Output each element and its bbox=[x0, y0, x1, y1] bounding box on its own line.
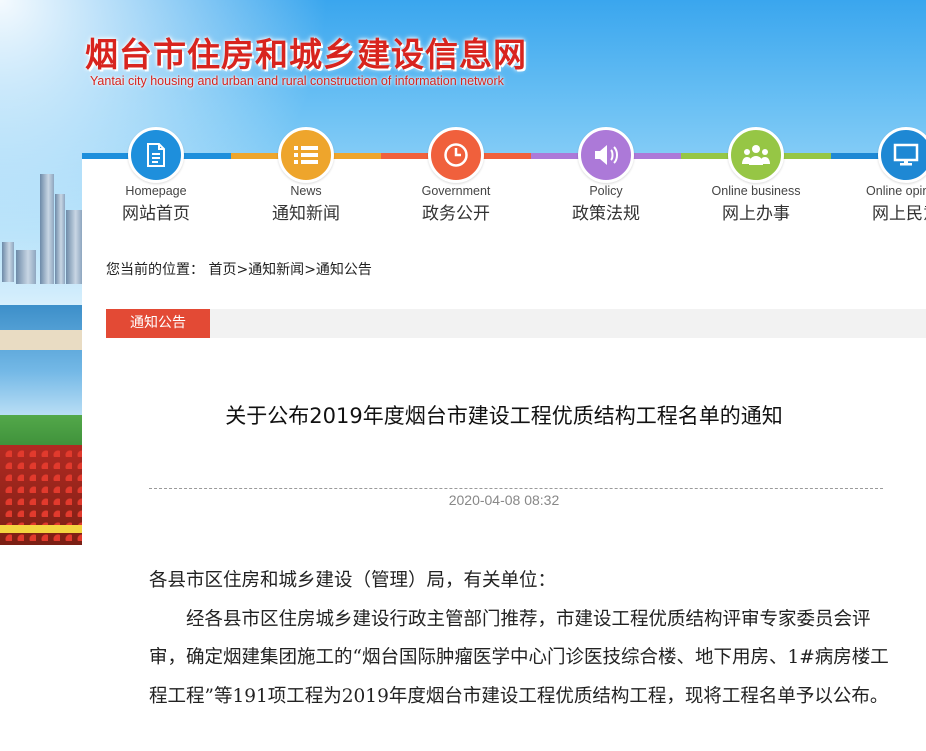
site-subtitle: Yantai city housing and urban and rural … bbox=[90, 74, 504, 88]
breadcrumb: 您当前的位置： 首页>通知新闻>通知公告 bbox=[106, 259, 372, 279]
people-icon bbox=[742, 145, 770, 165]
nav-label-cn: 通知新闻 bbox=[272, 204, 340, 224]
nav-circle-government bbox=[428, 127, 484, 183]
speaker-icon bbox=[595, 145, 618, 165]
breadcrumb-separator: > bbox=[304, 262, 316, 278]
nav-item-policy[interactable]: Policy 政策法规 bbox=[531, 127, 681, 224]
nav-item-homepage[interactable]: Homepage 网站首页 bbox=[81, 127, 231, 224]
nav-label-cn: 政策法规 bbox=[572, 204, 640, 224]
article-salutation: 各县市区住房和城乡建设（管理）局，有关单位： bbox=[149, 570, 557, 591]
breadcrumb-home-link[interactable]: 首页 bbox=[208, 262, 236, 278]
breadcrumb-news-link[interactable]: 通知新闻 bbox=[248, 262, 304, 278]
nav-circle-news bbox=[278, 127, 334, 183]
nav-label-en: Policy bbox=[589, 184, 623, 198]
nav-label-cn: 网站首页 bbox=[122, 204, 190, 224]
breadcrumb-separator: > bbox=[236, 262, 249, 278]
nav-label-cn: 网上民意 bbox=[872, 204, 926, 224]
nav-item-news[interactable]: News 通知新闻 bbox=[231, 127, 381, 224]
nav-label-en: Government bbox=[421, 184, 491, 198]
title-divider bbox=[149, 488, 883, 489]
section-tab-notices[interactable]: 通知公告 bbox=[106, 309, 210, 338]
nav-label-cn: 网上办事 bbox=[722, 204, 790, 224]
nav-item-online-opinion[interactable]: Online opinion 网上民意 bbox=[831, 127, 926, 224]
nav-label-en: Homepage bbox=[125, 184, 187, 198]
clock-icon bbox=[444, 143, 468, 167]
publish-date: 2020-04-08 08:32 bbox=[448, 492, 560, 508]
nav-label-en: Online opinion bbox=[866, 184, 926, 198]
nav-circle-homepage bbox=[128, 127, 184, 183]
nav-circle-online-business bbox=[728, 127, 784, 183]
nav-item-online-business[interactable]: Online business 网上办事 bbox=[681, 127, 831, 224]
nav-circle-online-opinion bbox=[878, 127, 926, 183]
nav-label-en: News bbox=[290, 184, 322, 198]
nav-label-cn: 政务公开 bbox=[422, 204, 490, 224]
article-paragraph: 经各县市区住房城乡建设行政主管部门推荐，市建设工程优质结构评审专家委员会评审，确… bbox=[149, 608, 889, 707]
section-header-bar bbox=[106, 309, 926, 338]
nav-label-en: Online business bbox=[711, 184, 801, 198]
nav-item-government[interactable]: Government 政务公开 bbox=[381, 127, 531, 224]
site-title: 烟台市住房和城乡建设信息网 bbox=[85, 35, 527, 74]
document-icon bbox=[147, 143, 165, 167]
nav-circle-policy bbox=[578, 127, 634, 183]
city-scene-image bbox=[0, 150, 82, 545]
monitor-icon bbox=[893, 143, 919, 166]
list-icon bbox=[294, 146, 318, 164]
article-body: 各县市区住房和城乡建设（管理）局，有关单位： 经各县市区住房城乡建设行政主管部门… bbox=[149, 562, 894, 716]
breadcrumb-prefix: 您当前的位置： bbox=[106, 262, 204, 278]
article-title: 关于公布2019年度烟台市建设工程优质结构工程名单的通知 bbox=[225, 404, 783, 428]
breadcrumb-current-link[interactable]: 通知公告 bbox=[316, 262, 372, 278]
